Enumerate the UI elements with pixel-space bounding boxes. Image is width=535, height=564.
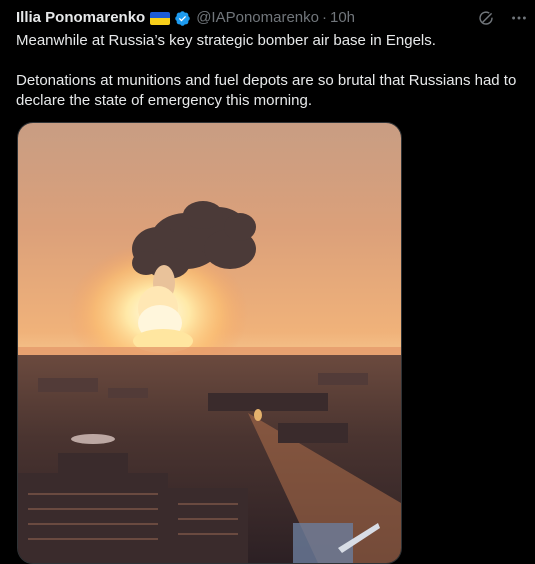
verified-badge-icon[interactable] <box>174 10 191 27</box>
author-name[interactable]: Illia Ponomarenko <box>16 8 145 28</box>
ukraine-flag-icon <box>150 11 171 25</box>
tweet-time[interactable]: 10h <box>330 8 355 28</box>
tweet-header: Illia Ponomarenko @IAPonomarenko · 10h <box>16 8 529 28</box>
more-horizontal-icon[interactable] <box>509 8 529 28</box>
tweet-paragraph: Meanwhile at Russia’s key strategic bomb… <box>16 32 436 49</box>
author-handle[interactable]: @IAPonomarenko <box>196 8 319 28</box>
slash-circle-icon[interactable] <box>476 8 496 28</box>
separator-dot: · <box>322 9 327 26</box>
explosion-photo <box>18 123 401 563</box>
tweet-media-image[interactable] <box>17 122 402 564</box>
tweet-paragraph: Detonations at munitions and fuel depots… <box>16 72 517 109</box>
tweet-text: Meanwhile at Russia’s key strategic bomb… <box>16 31 526 111</box>
